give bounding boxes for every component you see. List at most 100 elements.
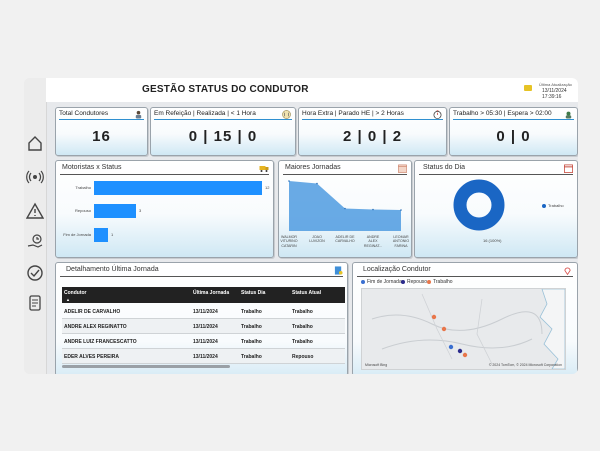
kpi-refeicao[interactable]: Em Refeição | Realizada | < 1 Hora 0 | 1… xyxy=(150,107,296,156)
bar-category-label: Repouso xyxy=(74,208,91,213)
map-marker-fim-jornada[interactable] xyxy=(448,344,454,350)
panel-motoristas-status[interactable]: Motoristas x Status Trabalho Repouso Fim… xyxy=(55,160,274,258)
legend-dot xyxy=(361,279,365,284)
kpi-title: Em Refeição | Realizada | < 1 Hora xyxy=(154,110,256,117)
horizontal-scrollbar[interactable] xyxy=(62,365,230,368)
panel-localizacao[interactable]: Localização Condutor Fim de Jornada Repo… xyxy=(352,262,578,374)
map-marker-trabalho[interactable] xyxy=(431,314,437,320)
area-point[interactable] xyxy=(344,207,346,210)
table-row[interactable]: ANDRE ALEX REGINATTO 13/11/2024 Trabalho… xyxy=(62,319,345,334)
update-label: Última Atualização xyxy=(539,82,572,87)
panel-title: Motoristas x Status xyxy=(62,164,122,171)
kpi-divider xyxy=(453,119,574,120)
panel-title: Maiores Jornadas xyxy=(285,164,341,171)
hand-clock-icon[interactable] xyxy=(26,233,44,251)
cell-status-dia: Trabalho xyxy=(241,354,262,360)
column-header-status-atual[interactable]: Status Atual xyxy=(292,290,321,296)
area-series-jornadas[interactable] xyxy=(289,181,401,231)
kpi-trabalho-espera[interactable]: Trabalho > 05:30 | Espera > 02:00 0 | 0 xyxy=(449,107,578,156)
map-marker-repouso[interactable] xyxy=(457,348,463,354)
legend-label: Trabalho xyxy=(433,279,453,285)
donut-data-label: 16 (100%) xyxy=(483,238,502,243)
kpi-total-condutores[interactable]: Total Condutores 16 xyxy=(55,107,148,156)
area-category-label: WALMOR VITURINO CATARIN xyxy=(280,235,298,248)
cell-status-dia: Trabalho xyxy=(241,324,262,330)
left-nav xyxy=(24,78,47,374)
panel-divider xyxy=(419,174,573,175)
signal-icon[interactable] xyxy=(26,168,44,186)
area-point[interactable] xyxy=(372,208,374,211)
area-category-label: ANDRE ALEX REGINAT... xyxy=(363,235,383,248)
phone-list-icon[interactable] xyxy=(26,294,44,312)
area-point[interactable] xyxy=(400,209,402,211)
map-terrain xyxy=(371,289,565,369)
sort-arrow-icon[interactable]: ▲ xyxy=(66,297,70,302)
page-title: GESTÃO STATUS DO CONDUTOR xyxy=(142,84,309,95)
map-legend-fim-jornada: Fim de Jornada xyxy=(361,279,402,285)
check-circle-icon[interactable] xyxy=(26,264,44,282)
panel-status-dia[interactable]: Status do Dia 16 (100%) Trabalho xyxy=(414,160,578,258)
cell-status-atual: Repouso xyxy=(292,354,314,360)
panel-divider xyxy=(283,174,407,175)
bar-category-label: Trabalho xyxy=(75,185,91,190)
column-header-condutor[interactable]: Condutor xyxy=(64,290,87,296)
cell-condutor: ANDRE ALEX REGINATTO xyxy=(64,324,127,330)
bar-value-label: 1 xyxy=(111,232,114,237)
panel-detalhamento[interactable]: Detalhamento Última Jornada Condutor ▲ Ú… xyxy=(55,262,348,374)
legend-label: Repouso xyxy=(407,279,428,285)
area-category-label: ADELIR DE CARVALHO xyxy=(335,235,355,244)
kpi-divider xyxy=(59,119,144,120)
donut-chart-status xyxy=(453,179,505,231)
kpi-title: Trabalho > 05:30 | Espera > 02:00 xyxy=(453,110,552,117)
map-copyright: © 2024 TomTom, © 2024 Microsoft Corporat… xyxy=(488,363,562,367)
kpi-divider xyxy=(154,119,292,120)
bar-repouso[interactable] xyxy=(94,204,136,218)
column-header-ultima-jornada[interactable]: Última Jornada xyxy=(193,290,229,296)
document-icon xyxy=(334,266,343,275)
map-legend-trabalho: Trabalho xyxy=(427,279,453,285)
cell-status-dia: Trabalho xyxy=(241,339,262,345)
home-icon[interactable] xyxy=(26,134,44,152)
table-row[interactable]: ADELIR DE CARVALHO 13/11/2024 Trabalho T… xyxy=(62,304,345,319)
table-row[interactable]: EDER ALVES PEREIRA 13/11/2024 Trabalho R… xyxy=(62,349,345,364)
header-bar: GESTÃO STATUS DO CONDUTOR Última Atualiz… xyxy=(46,78,578,102)
cell-status-dia: Trabalho xyxy=(241,309,262,315)
warning-icon[interactable] xyxy=(26,202,44,220)
table-header: Condutor ▲ Última Jornada Status Dia Sta… xyxy=(62,287,345,303)
column-header-status-dia[interactable]: Status Dia xyxy=(241,290,265,296)
kpi-hora-extra[interactable]: Hora Extra | Parado HE | > 2 Horas 2 | 0… xyxy=(298,107,447,156)
stopwatch-icon xyxy=(433,110,442,119)
cell-condutor: EDER ALVES PEREIRA xyxy=(64,354,120,360)
area-category-label: LEOMAR ANTONIO FARINA xyxy=(392,235,410,248)
dashboard-page: GESTÃO STATUS DO CONDUTOR Última Atualiz… xyxy=(24,78,578,374)
area-category-label: JOAO LUVIZON xyxy=(309,235,325,244)
bar-category-label: Fim de Jornada xyxy=(63,232,91,237)
map-marker-trabalho[interactable] xyxy=(441,326,447,332)
bar-trabalho[interactable] xyxy=(94,181,262,195)
cell-status-atual: Trabalho xyxy=(292,309,313,315)
map-pin-icon xyxy=(564,267,571,275)
map-marker-trabalho[interactable] xyxy=(462,352,468,358)
area-chart-jornadas xyxy=(288,180,402,231)
table-row[interactable]: ANDRE LUIZ FRANCESCATTO 13/11/2024 Traba… xyxy=(62,334,345,349)
bar-fim-jornada[interactable] xyxy=(94,228,108,242)
map-view[interactable]: Microsoft Bing © 2024 TomTom, © 2024 Mic… xyxy=(361,288,566,370)
map-brand: Microsoft Bing xyxy=(365,363,388,367)
panel-divider xyxy=(60,174,269,175)
legend-dot xyxy=(427,279,431,284)
area-point[interactable] xyxy=(316,182,318,185)
donut-slice-trabalho[interactable] xyxy=(453,179,505,231)
bar-value-label: 3 xyxy=(139,208,142,213)
calendar-icon xyxy=(564,164,573,173)
area-point[interactable] xyxy=(288,180,290,182)
panel-divider xyxy=(60,276,343,277)
legend-dot xyxy=(401,279,405,284)
kpi-value: 0 | 15 | 0 xyxy=(188,128,258,145)
kpi-value: 16 xyxy=(92,128,111,145)
truck-icon xyxy=(259,166,269,172)
legend-dot xyxy=(542,203,546,208)
cell-condutor: ANDRE LUIZ FRANCESCATTO xyxy=(64,339,137,345)
panel-maiores-jornadas[interactable]: Maiores Jornadas WALMOR VITURINO CATARIN… xyxy=(278,160,412,258)
cell-ultima-jornada: 13/11/2024 xyxy=(193,324,218,330)
legend-label: Fim de Jornada xyxy=(367,279,402,285)
